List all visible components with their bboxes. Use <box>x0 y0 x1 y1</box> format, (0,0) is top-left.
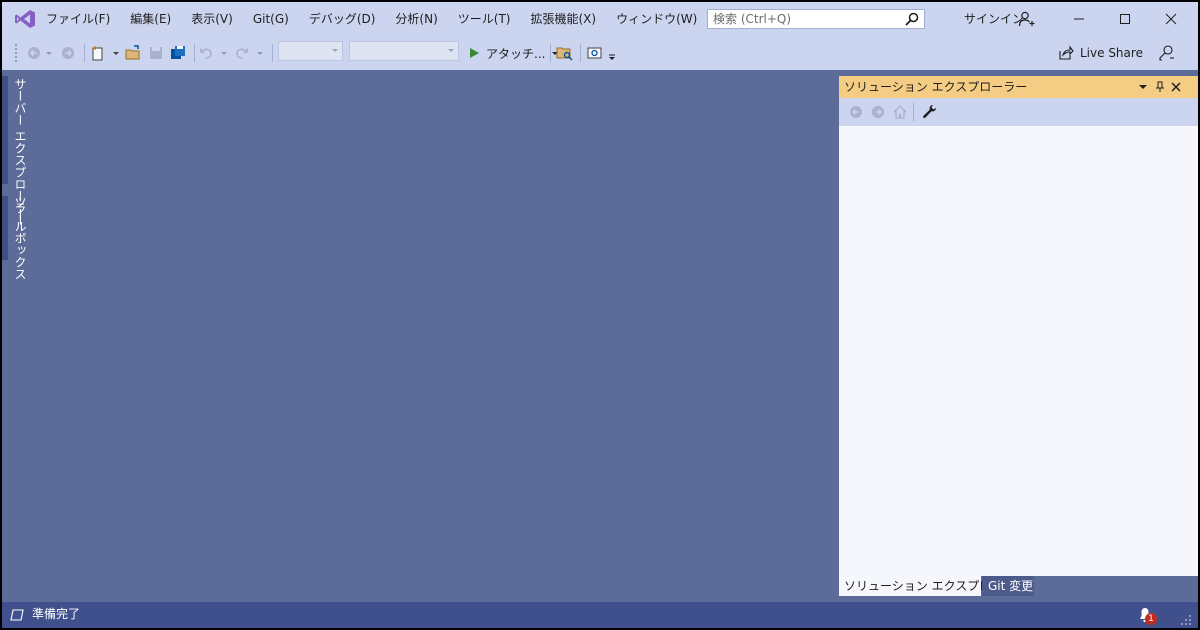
undo-button[interactable] <box>198 36 230 70</box>
se-back-button[interactable] <box>847 104 865 120</box>
toolbar-separator <box>580 44 581 62</box>
redo-button[interactable] <box>234 36 266 70</box>
solution-explorer-tree[interactable] <box>839 126 1198 576</box>
attach-button[interactable]: アタッチ... <box>468 41 559 65</box>
feedback-button[interactable] <box>1156 36 1178 70</box>
resize-grip-icon[interactable] <box>1180 614 1192 626</box>
close-button[interactable] <box>1148 2 1194 36</box>
feedback-icon <box>1159 45 1174 61</box>
toolbar-separator <box>84 44 85 62</box>
menu-edit[interactable]: 編集(E) <box>120 2 181 36</box>
search-input[interactable] <box>708 10 903 28</box>
minimize-icon <box>1074 18 1084 20</box>
screenshot-button[interactable] <box>585 36 605 70</box>
attach-label: アタッチ... <box>486 46 546 61</box>
menu-debug[interactable]: デバッグ(D) <box>299 2 386 36</box>
toolbar-separator <box>194 44 195 62</box>
save-all-icon <box>171 46 185 59</box>
auto-hide-button[interactable] <box>1152 79 1168 95</box>
toolbox-tab[interactable]: ツールボックス <box>12 196 29 280</box>
server-explorer-tab-bar[interactable] <box>2 76 8 184</box>
menu-tools[interactable]: ツール(T) <box>448 2 521 36</box>
new-project-icon <box>92 46 119 61</box>
close-icon <box>1171 82 1181 92</box>
status-ready-icon <box>10 609 24 621</box>
navigate-forward-button[interactable] <box>58 36 78 70</box>
toolbar-separator <box>550 44 551 62</box>
undo-icon <box>200 48 227 59</box>
se-home-button[interactable] <box>891 104 909 120</box>
menu-bar: ファイル(F) 編集(E) 表示(V) Git(G) デバッグ(D) 分析(N)… <box>36 2 782 36</box>
menu-window[interactable]: ウィンドウ(W) <box>606 2 707 36</box>
back-arrow-icon <box>28 47 52 59</box>
save-icon <box>150 47 162 59</box>
search-icon[interactable] <box>904 11 920 27</box>
title-bar: ファイル(F) 編集(E) 表示(V) Git(G) デバッグ(D) 分析(N)… <box>2 2 1198 36</box>
solution-explorer-panel: ソリューション エクスプローラー <box>839 76 1198 576</box>
solution-explorer-title: ソリューション エクスプローラー <box>844 80 1028 94</box>
toolbar-grip-icon[interactable] <box>14 36 20 70</box>
toolbox-tab-bar[interactable] <box>2 196 8 260</box>
standard-toolbar: アタッチ... Live Share <box>2 36 1198 70</box>
solution-platform-dropdown[interactable] <box>349 41 459 61</box>
window-position-button[interactable] <box>1135 79 1151 95</box>
se-properties-button[interactable] <box>921 104 939 120</box>
add-user-icon[interactable] <box>1018 11 1036 27</box>
back-arrow-icon <box>850 106 862 118</box>
save-button[interactable] <box>146 36 166 70</box>
toolbar-separator <box>272 44 273 62</box>
maximize-button[interactable] <box>1102 2 1148 36</box>
find-in-files-button[interactable] <box>555 36 575 70</box>
chevron-down-icon <box>332 49 338 52</box>
folder-search-icon <box>556 47 573 61</box>
menu-extensions[interactable]: 拡張機能(X) <box>520 2 606 36</box>
forward-arrow-icon <box>62 47 74 59</box>
status-bar: 準備完了 1 <box>2 602 1198 628</box>
toolbar-overflow-button[interactable] <box>606 36 618 70</box>
notification-count-badge: 1 <box>1145 613 1157 625</box>
status-text: 準備完了 <box>32 607 81 621</box>
solution-configuration-dropdown[interactable] <box>278 41 343 61</box>
forward-arrow-icon <box>872 106 884 118</box>
visual-studio-window: ファイル(F) 編集(E) 表示(V) Git(G) デバッグ(D) 分析(N)… <box>2 2 1198 628</box>
toolbar-separator <box>913 103 914 121</box>
menu-file[interactable]: ファイル(F) <box>36 2 120 36</box>
redo-icon <box>236 48 263 59</box>
save-all-button[interactable] <box>168 36 188 70</box>
camera-icon <box>587 47 602 59</box>
live-share-label: Live Share <box>1080 46 1143 60</box>
chevron-down-icon <box>448 49 454 52</box>
new-project-button[interactable] <box>90 36 122 70</box>
close-icon <box>1165 13 1177 25</box>
menu-git[interactable]: Git(G) <box>243 2 299 36</box>
live-share-icon <box>1059 45 1074 60</box>
se-forward-button[interactable] <box>869 104 887 120</box>
live-share-button[interactable]: Live Share <box>1058 41 1143 65</box>
pin-icon <box>1156 81 1164 92</box>
minimize-button[interactable] <box>1056 2 1102 36</box>
navigate-back-button[interactable] <box>26 36 56 70</box>
overflow-chevron-icon <box>609 54 615 60</box>
maximize-icon <box>1120 14 1130 24</box>
solution-explorer-header[interactable]: ソリューション エクスプローラー <box>839 76 1198 98</box>
close-panel-button[interactable] <box>1168 79 1184 95</box>
home-icon <box>893 105 907 119</box>
tab-git-changes[interactable]: Git 変更 <box>982 576 1034 596</box>
solution-explorer-toolbar <box>839 98 1198 126</box>
search-box <box>707 9 925 29</box>
open-folder-icon <box>125 45 140 60</box>
wrench-icon <box>923 105 936 119</box>
visual-studio-logo-icon[interactable] <box>14 9 36 29</box>
open-file-button[interactable] <box>124 36 144 70</box>
sign-in-link[interactable]: サインイン <box>964 2 1024 36</box>
menu-view[interactable]: 表示(V) <box>181 2 243 36</box>
chevron-down-icon <box>1139 85 1147 89</box>
tab-solution-explorer[interactable]: ソリューション エクスプローラー <box>839 576 1027 596</box>
play-icon <box>470 48 479 58</box>
menu-analyze[interactable]: 分析(N) <box>385 2 447 36</box>
